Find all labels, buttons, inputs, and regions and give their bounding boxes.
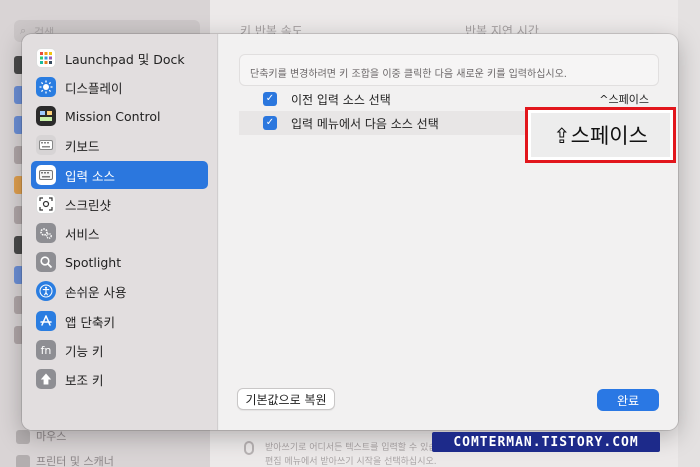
printer-icon — [16, 455, 30, 467]
mouse-icon — [16, 430, 30, 444]
gear-icon — [36, 223, 56, 243]
sidebar-item-label: 스크린샷 — [65, 197, 112, 213]
sidebar-item-label: 손쉬운 사용 — [65, 284, 127, 300]
sidebar-item-screenshots[interactable]: 스크린샷 — [31, 190, 208, 218]
grid-icon — [36, 48, 56, 68]
sidebar-item-label: 보조 키 — [65, 372, 104, 388]
app-store-icon — [36, 311, 56, 331]
sidebar-item-displays[interactable]: 디스플레이 — [31, 73, 208, 101]
background-dictation-text: 받아쓰기로 어디서든 텍스트를 입력할 수 있습니다. — [265, 443, 457, 453]
sun-icon — [36, 77, 56, 97]
background-dictation-text: 편집 메뉴에서 받아쓰기 시작을 선택하십시오. — [265, 457, 437, 467]
checkbox-checked[interactable]: ✓ — [263, 92, 277, 106]
sidebar-item-label: 서비스 — [65, 226, 100, 242]
checkbox-checked[interactable]: ✓ — [263, 116, 277, 130]
fn-icon: fn — [36, 340, 56, 360]
sidebar-item-accessibility[interactable]: 손쉬운 사용 — [31, 277, 208, 305]
background-right-edge — [678, 0, 700, 467]
sidebar-item-label: Launchpad 및 Dock — [65, 51, 185, 67]
shortcut-key-combination[interactable]: ^스페이스 — [599, 91, 649, 107]
camera-icon — [36, 194, 56, 214]
shortcut-hint-text: 단축키를 변경하려면 키 조합을 이중 클릭한 다음 새로운 키를 입력하십시오… — [239, 54, 659, 86]
sidebar-item-label: 디스플레이 — [65, 80, 123, 96]
sidebar-item-label: 앱 단축키 — [65, 314, 115, 330]
sidebar-item-keyboard[interactable]: 키보드 — [31, 131, 208, 159]
sidebar-item-input-sources[interactable]: 입력 소스 — [31, 161, 208, 189]
sidebar-item-mission-control[interactable]: Mission Control — [31, 102, 208, 130]
sidebar-item-label: 키보드 — [65, 138, 100, 154]
background-sidebar-label: 마우스 — [36, 430, 67, 443]
watermark-badge: COMTERMAN.TISTORY.COM — [432, 432, 660, 452]
keyboard-shortcuts-dialog: Launchpad 및 Dock 디스플레이 Mission Control 키… — [22, 34, 678, 430]
highlight-callout: ⇪스페이스 — [525, 107, 676, 163]
background-sidebar-item-printers: 프린터 및 스캐너 — [16, 453, 114, 467]
sidebar-item-app-shortcuts[interactable]: 앱 단축키 — [31, 307, 208, 335]
sidebar-item-services[interactable]: 서비스 — [31, 219, 208, 247]
magnifier-icon — [36, 252, 56, 272]
background-sidebar-item-mouse: 마우스 — [16, 428, 66, 444]
shortcut-categories-sidebar: Launchpad 및 Dock 디스플레이 Mission Control 키… — [22, 34, 218, 430]
sidebar-item-label: 기능 키 — [65, 343, 104, 359]
sidebar-item-function-keys[interactable]: fn 기능 키 — [31, 336, 208, 364]
shortcut-label: 이전 입력 소스 선택 — [291, 92, 391, 107]
keyboard-icon — [36, 165, 56, 185]
sidebar-item-label: Mission Control — [65, 108, 161, 124]
callout-shortcut-text: ⇪스페이스 — [531, 113, 670, 157]
accessibility-icon — [36, 281, 56, 301]
keyboard-icon — [36, 135, 56, 155]
background-sidebar-label: 프린터 및 스캐너 — [36, 455, 114, 467]
sidebar-item-label: Spotlight — [65, 254, 122, 270]
shortcut-label: 입력 메뉴에서 다음 소스 선택 — [291, 116, 439, 131]
windows-icon — [36, 106, 56, 126]
sidebar-item-label: 입력 소스 — [65, 168, 115, 184]
arrow-up-icon — [36, 369, 56, 389]
sidebar-item-spotlight[interactable]: Spotlight — [31, 248, 208, 276]
microphone-icon — [244, 441, 254, 455]
shortcut-detail-pane: 단축키를 변경하려면 키 조합을 이중 클릭한 다음 새로운 키를 입력하십시오… — [219, 34, 678, 430]
sidebar-item-modifier-keys[interactable]: 보조 키 — [31, 365, 208, 393]
done-button[interactable]: 완료 — [597, 389, 659, 411]
sidebar-item-launchpad-dock[interactable]: Launchpad 및 Dock — [31, 44, 208, 72]
restore-defaults-button[interactable]: 기본값으로 복원 — [237, 388, 335, 410]
